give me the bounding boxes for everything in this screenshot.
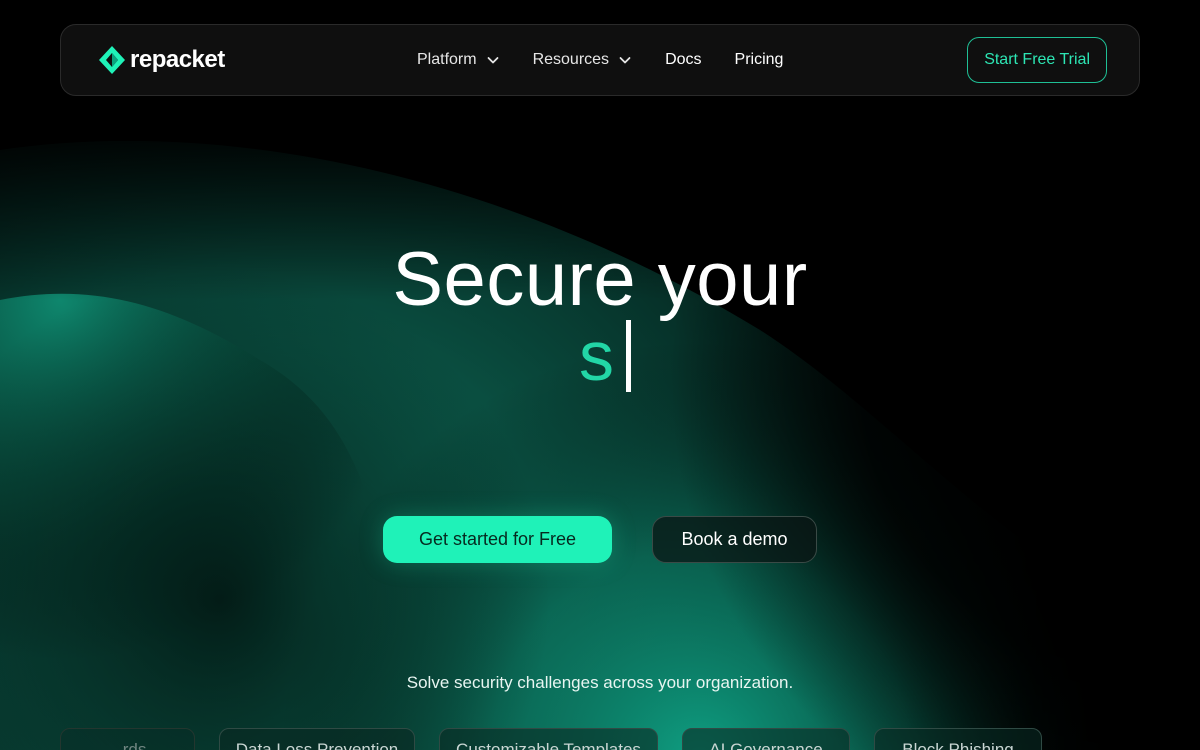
solution-pill-label: AI Governance <box>709 740 823 750</box>
solution-pill[interactable]: Data Loss Prevention <box>219 728 415 750</box>
nav-links: Platform Resources Docs Pricing <box>417 25 816 95</box>
nav-item-pricing[interactable]: Pricing <box>735 51 784 69</box>
nav-item-label: Resources <box>532 51 610 68</box>
get-started-button[interactable]: Get started for Free <box>383 516 612 563</box>
hero-tagline: Solve security challenges across your or… <box>406 673 794 692</box>
solution-pill[interactable]: AI Governance <box>682 728 850 750</box>
solution-pill-label: Data Loss Prevention <box>235 740 399 750</box>
solution-pill-label: Customizable Templates <box>456 740 641 750</box>
repacket-logo-icon <box>99 46 125 74</box>
hero-typed-text: s <box>579 317 614 395</box>
chevron-down-icon <box>619 57 631 64</box>
brand-name: repacket <box>130 46 225 73</box>
book-demo-button[interactable]: Book a demo <box>652 516 817 563</box>
nav-item-label: Docs <box>665 51 702 68</box>
solution-pill[interactable]: ...rds <box>60 728 195 750</box>
top-navigation: repacket Platform Resources Docs Pricing <box>60 24 1140 96</box>
nav-item-label: Platform <box>417 51 477 68</box>
nav-item-docs[interactable]: Docs <box>665 51 701 69</box>
page: repacket Platform Resources Docs Pricing <box>0 0 1200 750</box>
solution-pill-label: Block Phishing <box>902 740 1014 750</box>
brand-logo[interactable]: repacket <box>98 45 225 75</box>
nav-item-platform[interactable]: Platform <box>417 51 500 69</box>
solution-pill[interactable]: Block Phishing <box>874 728 1042 750</box>
hero-title: Secure your <box>392 237 808 322</box>
typing-caret <box>626 320 631 392</box>
start-free-trial-button[interactable]: Start Free Trial <box>967 37 1107 83</box>
nav-item-resources[interactable]: Resources <box>533 51 632 69</box>
nav-item-label: Pricing <box>734 51 784 68</box>
solution-pill-label: ...rds <box>108 740 147 750</box>
hero-typed-line: s <box>0 316 1200 396</box>
solution-pill[interactable]: Customizable Templates <box>439 728 658 750</box>
chevron-down-icon <box>487 57 498 64</box>
